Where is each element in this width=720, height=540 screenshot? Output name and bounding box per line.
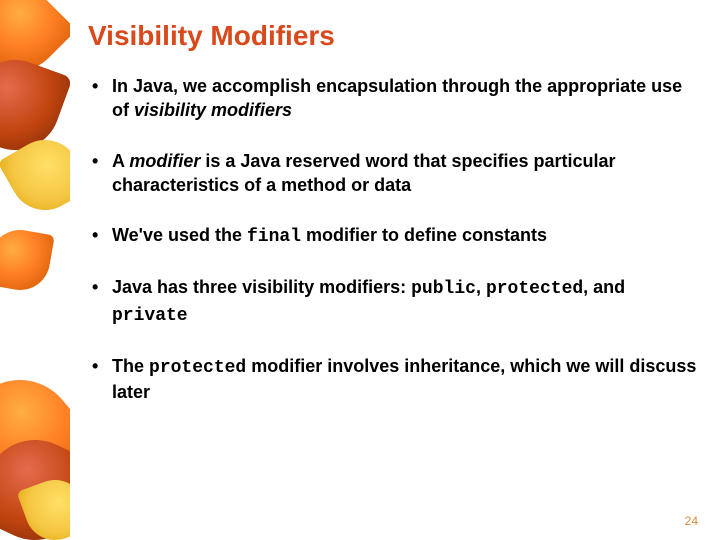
bullet-text: final bbox=[247, 227, 301, 247]
bullet-text: protected bbox=[486, 279, 583, 299]
bullet-list: In Java, we accomplish encapsulation thr… bbox=[88, 74, 700, 405]
slide-title: Visibility Modifiers bbox=[88, 20, 700, 52]
bullet-text: modifier bbox=[129, 151, 200, 171]
slide-content: Visibility Modifiers In Java, we accompl… bbox=[88, 20, 700, 520]
bullet-text: The bbox=[112, 356, 149, 376]
bullet-text: private bbox=[112, 306, 188, 326]
bullet-text: public bbox=[411, 279, 476, 299]
bullet-text: Java has three visibility modifiers: bbox=[112, 277, 411, 297]
bullet-text: visibility modifiers bbox=[134, 100, 292, 120]
bullet-text: modifier to define constants bbox=[301, 225, 547, 245]
bullet-item: Java has three visibility modifiers: pub… bbox=[88, 275, 700, 328]
bullet-text: , bbox=[476, 277, 486, 297]
bullet-text: protected bbox=[149, 358, 246, 378]
bullet-text: We've used the bbox=[112, 225, 247, 245]
bullet-item: We've used the final modifier to define … bbox=[88, 223, 700, 249]
decorative-sidebar bbox=[0, 0, 70, 540]
bullet-item: The protected modifier involves inherita… bbox=[88, 354, 700, 405]
bullet-text: , and bbox=[583, 277, 625, 297]
bullet-text: A bbox=[112, 151, 129, 171]
bullet-item: In Java, we accomplish encapsulation thr… bbox=[88, 74, 700, 123]
bullet-item: A modifier is a Java reserved word that … bbox=[88, 149, 700, 198]
page-number: 24 bbox=[685, 514, 698, 528]
leaf-icon bbox=[0, 225, 55, 295]
